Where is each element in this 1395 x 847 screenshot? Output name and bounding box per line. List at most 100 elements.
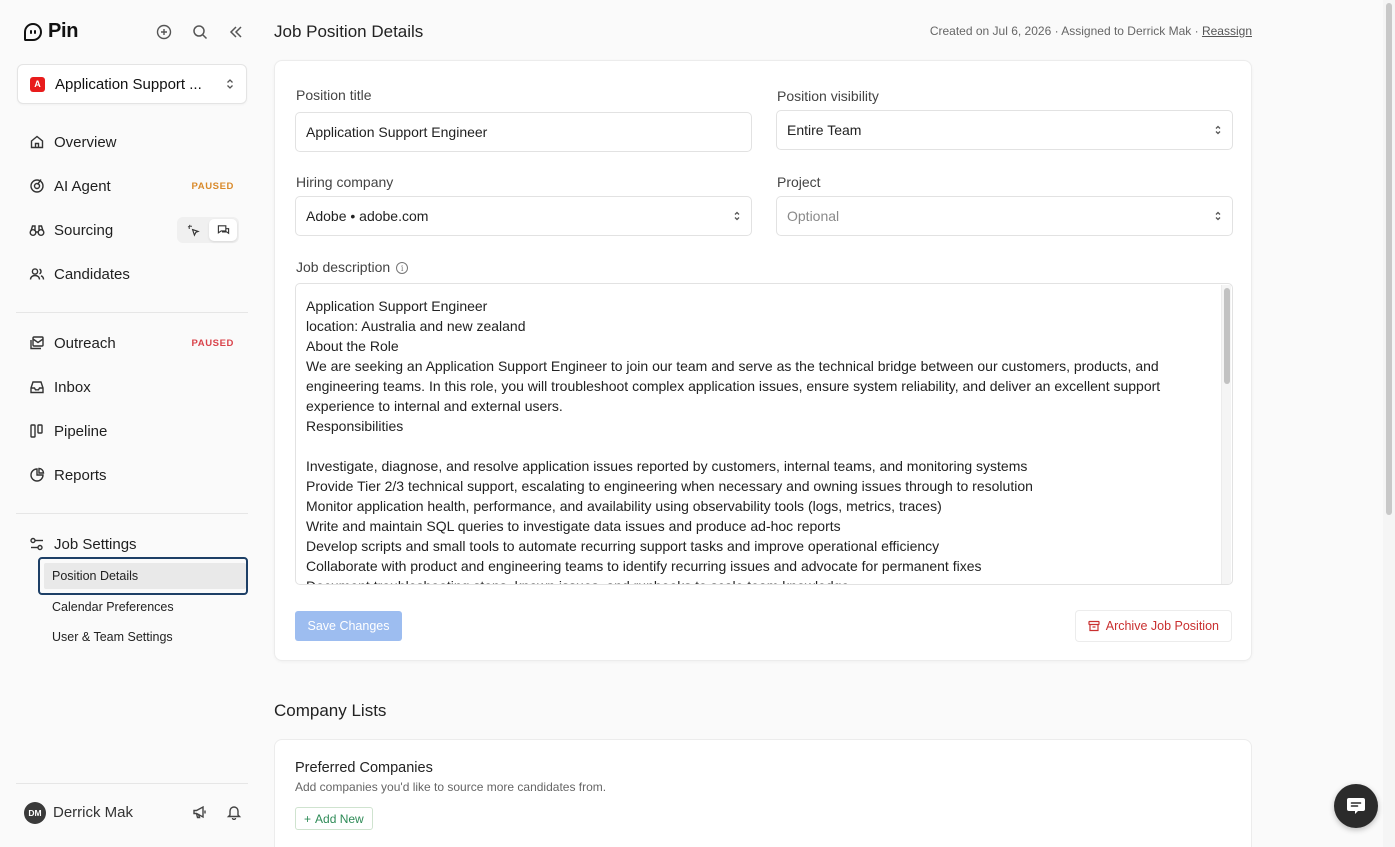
job-description-line: Document troubleshooting steps, known is…	[306, 576, 1202, 584]
nav-ai-agent-label: AI Agent	[54, 177, 111, 195]
reassign-link[interactable]: Reassign	[1202, 24, 1252, 38]
page-title: Job Position Details	[274, 22, 424, 41]
company-lists-title: Company Lists	[274, 701, 387, 720]
nav-ai-agent[interactable]: AI Agent PAUSED	[16, 168, 248, 204]
preferred-companies-subtitle: Add companies you'd like to source more …	[295, 780, 607, 794]
mail-stack-icon	[30, 336, 44, 350]
job-description-line: Responsibilities	[306, 418, 404, 434]
hiring-company-label: Hiring company	[296, 174, 394, 190]
preferred-companies-title: Preferred Companies	[295, 760, 433, 776]
pie-chart-icon	[30, 467, 45, 482]
subnav-calendar-preferences-label: Calendar Preferences	[52, 600, 174, 614]
preferred-companies-card: Preferred Companies Add companies you'd …	[274, 739, 1252, 847]
position-title-input[interactable]: Application Support Engineer	[295, 112, 752, 152]
page-scroll-thumb[interactable]	[1386, 3, 1392, 515]
position-visibility-label: Position visibility	[777, 88, 879, 104]
job-description-content: Application Support Engineer location: Au…	[296, 284, 1232, 584]
job-description-line: Application Support Engineer	[306, 298, 488, 314]
bell-icon[interactable]	[226, 804, 242, 825]
job-description-textarea[interactable]: Application Support Engineer location: Au…	[295, 283, 1233, 585]
home-icon	[30, 135, 44, 149]
kanban-icon	[30, 424, 43, 438]
project-placeholder: Optional	[787, 208, 840, 224]
job-description-line: Write and maintain SQL queries to invest…	[306, 518, 841, 534]
nav-reports[interactable]: Reports	[16, 457, 248, 493]
nav-pipeline[interactable]: Pipeline	[16, 413, 248, 449]
job-selector[interactable]: A Application Support ...	[17, 64, 247, 104]
job-description-label-row: Job description i	[296, 259, 409, 275]
job-description-line: Develop scripts and small tools to autom…	[306, 538, 940, 554]
meta-text: Created on Jul 6, 2026 · Assigned to Der…	[929, 24, 1202, 38]
job-description-line: Provide Tier 2/3 technical support, esca…	[306, 478, 1033, 494]
chevron-updown-icon	[1215, 211, 1221, 221]
job-description-line	[306, 436, 1202, 456]
nav-sourcing-label: Sourcing	[54, 221, 114, 239]
subnav-user-team-settings-label: User & Team Settings	[52, 630, 173, 644]
support-chat-button[interactable]	[1334, 784, 1378, 828]
collapse-sidebar-icon[interactable]	[226, 22, 246, 42]
job-description-line: We are seeking an Application Support En…	[306, 358, 1161, 414]
main-content: Job Position Details Created on Jul 6, 2…	[263, 0, 1383, 847]
info-icon[interactable]: i	[396, 262, 409, 275]
plus-icon: +	[304, 811, 312, 826]
position-details-card: Position title Application Support Engin…	[274, 60, 1252, 661]
archive-job-position-button[interactable]: Archive Job Position	[1074, 610, 1232, 642]
hiring-company-select[interactable]: Adobe • adobe.com	[295, 196, 752, 236]
textarea-scroll-thumb[interactable]	[1224, 288, 1230, 384]
sidebar-divider	[16, 312, 248, 313]
nav-inbox[interactable]: Inbox	[16, 369, 248, 405]
position-visibility-select[interactable]: Entire Team	[776, 110, 1233, 150]
nav-pipeline-label: Pipeline	[54, 422, 108, 440]
add-new-label: Add New	[315, 811, 364, 826]
pin-logo-icon	[24, 22, 42, 41]
add-new-company-button[interactable]: + Add New	[295, 807, 373, 830]
sidebar: Pin A Application Support ... Overview A…	[0, 0, 263, 847]
app-name: Pin	[48, 20, 79, 42]
hiring-company-value: Adobe • adobe.com	[306, 208, 429, 224]
search-icon[interactable]	[190, 22, 210, 42]
app-logo[interactable]: Pin	[24, 20, 79, 43]
sourcing-chat-icon[interactable]	[209, 219, 237, 241]
textarea-scrollbar[interactable]	[1221, 285, 1231, 584]
users-icon	[29, 268, 45, 280]
job-description-line: Investigate, diagnose, and resolve appli…	[306, 458, 1028, 474]
user-footer: DM Derrick Mak	[16, 783, 248, 847]
nav-sourcing[interactable]: Sourcing	[16, 212, 248, 248]
archive-icon	[1088, 620, 1100, 632]
nav-candidates[interactable]: Candidates	[16, 256, 248, 292]
avatar[interactable]: DM	[24, 802, 46, 824]
nav-outreach[interactable]: Outreach PAUSED	[16, 325, 248, 361]
job-description-label: Job description	[296, 259, 391, 275]
user-name[interactable]: Derrick Mak	[53, 804, 133, 821]
inbox-icon	[30, 381, 44, 394]
job-description-line: Monitor application health, performance,…	[306, 498, 942, 514]
archive-job-position-label: Archive Job Position	[1105, 619, 1219, 633]
sourcing-auto-icon[interactable]	[179, 219, 207, 241]
position-visibility-value: Entire Team	[787, 122, 862, 138]
position-title-label: Position title	[296, 87, 372, 103]
job-description-line: location: Australia and new zealand	[306, 318, 526, 334]
project-label: Project	[777, 174, 821, 190]
settings-sliders-icon	[30, 537, 43, 551]
nav-inbox-label: Inbox	[54, 378, 91, 396]
nav-overview[interactable]: Overview	[16, 124, 248, 160]
subnav-user-team-settings[interactable]: User & Team Settings	[38, 618, 248, 656]
nav-reports-label: Reports	[54, 466, 107, 484]
save-changes-button[interactable]: Save Changes	[295, 611, 402, 641]
chevron-updown-icon	[734, 211, 740, 221]
outreach-status-badge: PAUSED	[191, 337, 234, 349]
target-icon	[30, 179, 44, 193]
megaphone-icon[interactable]	[192, 804, 208, 825]
position-title-value: Application Support Engineer	[306, 124, 488, 140]
chevron-updown-icon	[226, 78, 234, 90]
adobe-logo-icon: A	[30, 76, 45, 92]
add-icon[interactable]	[154, 22, 174, 42]
page-scrollbar[interactable]	[1383, 0, 1395, 847]
project-select[interactable]: Optional	[776, 196, 1233, 236]
sidebar-divider	[16, 513, 248, 514]
ai-agent-status-badge: PAUSED	[191, 180, 234, 192]
chat-bubble-icon	[1347, 798, 1365, 814]
subnav-position-details-label: Position Details	[52, 569, 139, 583]
position-meta: Created on Jul 6, 2026 · Assigned to Der…	[930, 24, 1252, 38]
nav-job-settings-label: Job Settings	[54, 535, 137, 553]
